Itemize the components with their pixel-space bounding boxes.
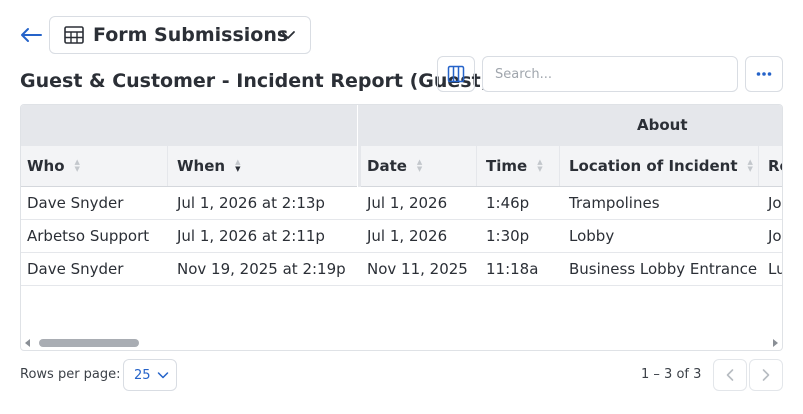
cell-re: Lu: [768, 260, 782, 278]
pagination-range: 1 – 3 of 3: [641, 367, 702, 382]
search-input[interactable]: [482, 56, 738, 92]
rows-per-page-label: Rows per page:: [20, 367, 121, 382]
submissions-table: About Who ▲ ▼ When ▲ ▼ Date ▲ ▼ Time ▲ ▼ Loc…: [20, 104, 783, 351]
column-header-time[interactable]: Time ▲ ▼: [480, 146, 560, 186]
columns-icon: [447, 65, 465, 83]
cell-date: Jul 1, 2026: [367, 194, 448, 212]
column-header-re[interactable]: Re: [762, 146, 782, 186]
table-row[interactable]: Dave Snyder Nov 19, 2025 at 2:19p Nov 11…: [21, 253, 782, 286]
column-group-about-label: About: [637, 116, 688, 134]
columns-button[interactable]: [437, 56, 475, 92]
column-group-divider: [357, 105, 361, 187]
cell-time: 11:18a: [486, 260, 539, 278]
cell-when: Jul 1, 2026 at 2:11p: [177, 227, 325, 245]
arrow-left-icon: [21, 28, 42, 42]
cell-when: Jul 1, 2026 at 2:13p: [177, 194, 325, 212]
chevron-down-icon: [157, 372, 168, 379]
horizontal-scrollbar[interactable]: [21, 336, 782, 350]
more-horizontal-icon: [756, 72, 772, 76]
sort-icon: ▲ ▼: [537, 158, 543, 173]
sort-icon: ▲ ▼: [416, 158, 423, 173]
scroll-right-icon[interactable]: [773, 339, 778, 347]
column-header-date[interactable]: Date ▲ ▼: [361, 146, 477, 186]
sort-desc-icon: ▲ ▼: [235, 158, 241, 173]
form-selector-label: Form Submissions: [93, 24, 289, 46]
column-header-label: When: [177, 157, 226, 175]
cell-date: Jul 1, 2026: [367, 227, 448, 245]
previous-page-button[interactable]: [713, 359, 747, 391]
column-header-who[interactable]: Who ▲ ▼: [21, 146, 168, 186]
cell-who: Dave Snyder: [27, 260, 124, 278]
cell-re: Jo: [768, 194, 782, 212]
cell-time: 1:30p: [486, 227, 530, 245]
column-header-label: Time: [486, 157, 528, 175]
cell-who: Dave Snyder: [27, 194, 124, 212]
cell-location: Lobby: [569, 227, 615, 245]
cell-re: Jo: [768, 227, 782, 245]
column-group-about: About: [361, 105, 782, 146]
chevron-right-icon: [762, 369, 770, 381]
rows-per-page-value: 25: [134, 367, 151, 383]
page-title: Guest & Customer - Incident Report (Gues…: [20, 70, 490, 92]
column-header-label: Re: [768, 157, 782, 175]
cell-location: Business Lobby Entrance: [569, 260, 758, 278]
table-header-row: Who ▲ ▼ When ▲ ▼ Date ▲ ▼ Time ▲ ▼ Location …: [21, 146, 782, 187]
table-icon: [64, 26, 84, 44]
sort-icon: ▲ ▼: [74, 158, 80, 173]
chevron-left-icon: [726, 369, 734, 381]
form-selector-dropdown[interactable]: Form Submissions: [49, 16, 311, 54]
rows-per-page-select[interactable]: 25: [123, 359, 177, 391]
column-header-location[interactable]: Location of Incident ▲ ▼: [563, 146, 759, 186]
column-header-label: Who: [27, 157, 65, 175]
cell-time: 1:46p: [486, 194, 530, 212]
scroll-left-icon[interactable]: [25, 339, 30, 347]
column-header-when[interactable]: When ▲ ▼: [171, 146, 358, 186]
column-header-label: Date: [367, 157, 407, 175]
sort-icon: ▲ ▼: [747, 158, 753, 173]
more-options-button[interactable]: [745, 56, 783, 92]
cell-location: Trampolines: [569, 194, 660, 212]
back-button[interactable]: [18, 22, 44, 48]
column-group-row: About: [21, 105, 782, 146]
cell-when: Nov 19, 2025 at 2:19p: [177, 260, 346, 278]
chevron-down-icon: [281, 31, 295, 39]
cell-who: Arbetso Support: [27, 227, 150, 245]
next-page-button[interactable]: [749, 359, 783, 391]
table-row[interactable]: Arbetso Support Jul 1, 2026 at 2:11p Jul…: [21, 220, 782, 253]
cell-date: Nov 11, 2025: [367, 260, 468, 278]
column-header-label: Location of Incident: [569, 157, 738, 175]
table-row[interactable]: Dave Snyder Jul 1, 2026 at 2:13p Jul 1, …: [21, 187, 782, 220]
scrollbar-thumb[interactable]: [39, 339, 139, 347]
